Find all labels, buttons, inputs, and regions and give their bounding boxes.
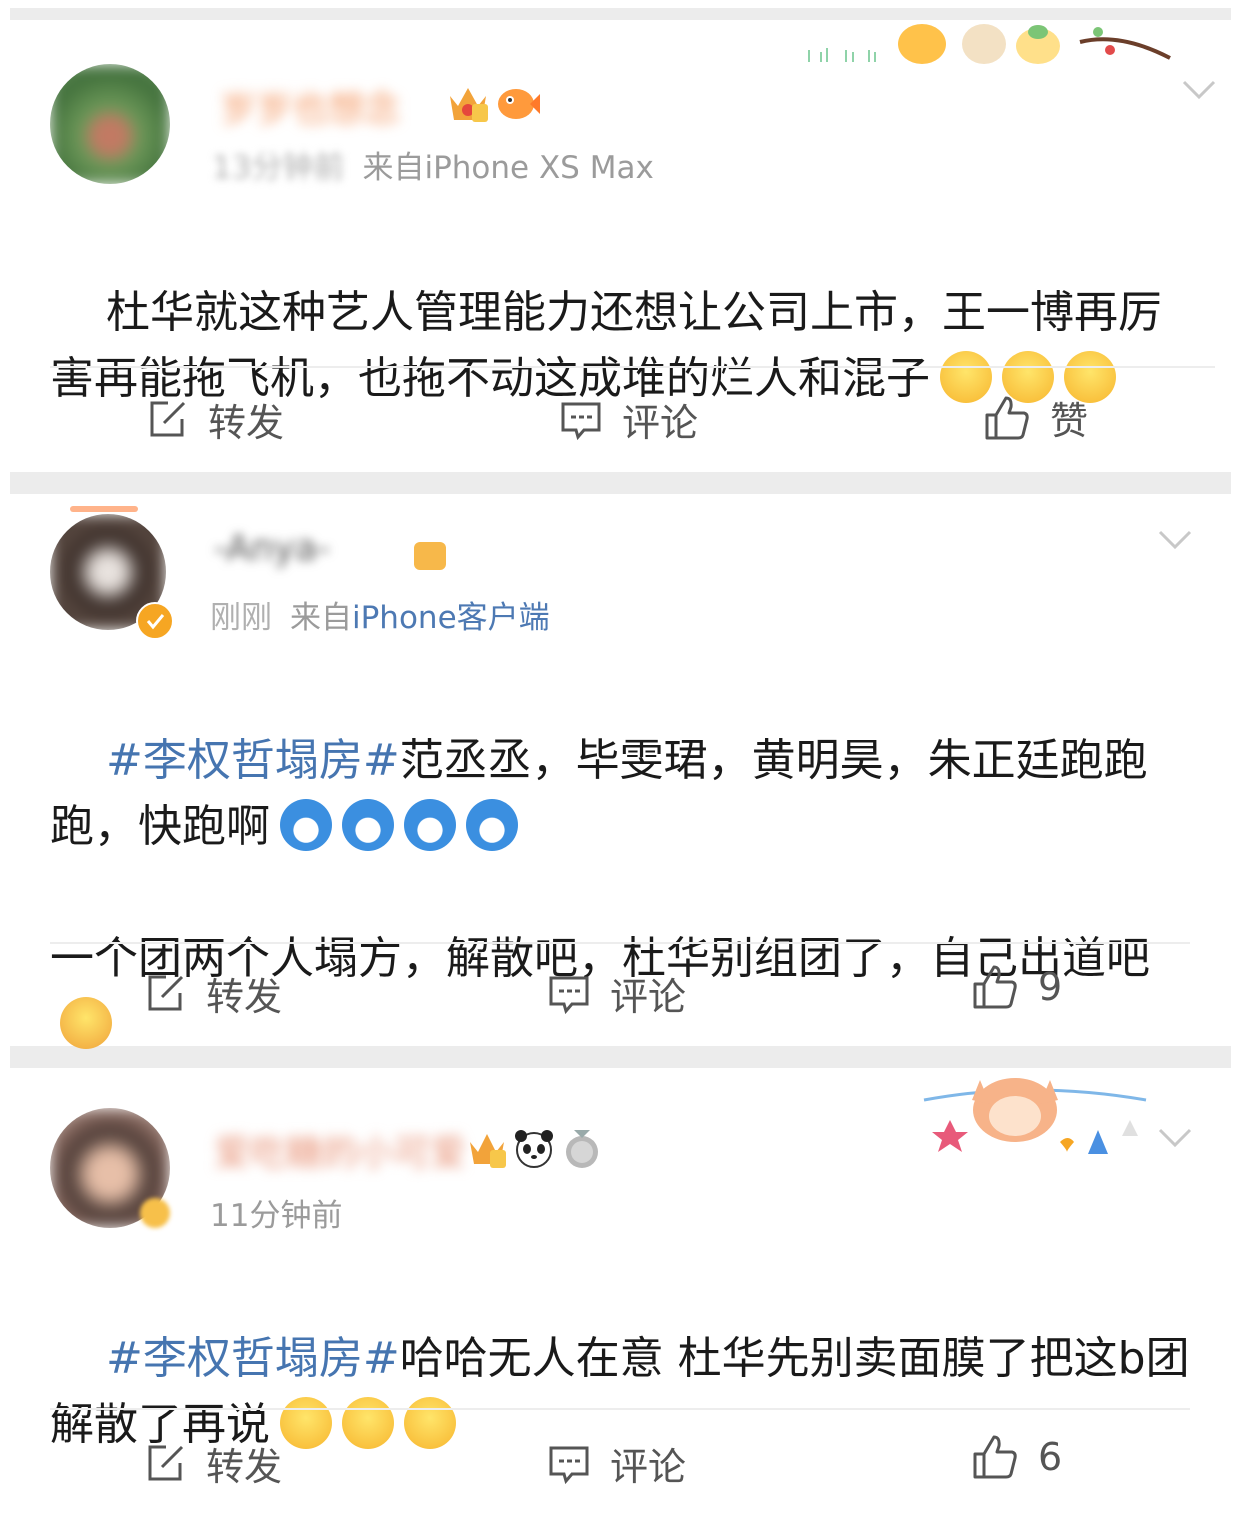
username[interactable]: 爱吃糖的小可爱 xyxy=(210,1124,466,1174)
repost-button[interactable]: 转发 xyxy=(144,966,282,1021)
actions-divider xyxy=(50,1408,1190,1410)
post-text: #李权哲塌房#范丞丞，毕雯珺，黄明昊，朱正廷跑跑跑，快跑啊 一个团两个人塌方，解… xyxy=(50,662,1150,1124)
post-card: 岁岁也想念 13分钟前 来自iPhone XS Max 杜华就这种艺人管理能力还想… xyxy=(0,0,1241,472)
post-meta: 刚刚 来自iPhone客户端 xyxy=(210,592,550,637)
thumbs-up-icon xyxy=(985,396,1029,439)
post-time: 13分钟前 xyxy=(212,150,345,186)
member-badge-icon[interactable] xyxy=(410,538,450,578)
fish-badge-icon[interactable] xyxy=(494,82,540,128)
member-badge-icon[interactable] xyxy=(466,1130,508,1174)
like-button[interactable]: 赞 xyxy=(984,390,1088,445)
panda-badge-icon[interactable] xyxy=(512,1128,556,1174)
card-decoration xyxy=(800,20,1180,70)
like-button[interactable]: 9 xyxy=(972,964,1062,1010)
comment-icon xyxy=(549,976,589,1014)
post-meta: 13分钟前 来自iPhone XS Max xyxy=(212,142,654,187)
doraemon-emoji-icon xyxy=(466,799,518,851)
comment-button[interactable]: 评论 xyxy=(548,1436,686,1491)
like-count: 6 xyxy=(1038,1435,1063,1479)
post-time: 11分钟前 xyxy=(210,1198,343,1234)
verified-badge-icon xyxy=(136,602,174,640)
actions-divider xyxy=(50,366,1215,368)
post-card: -Anya- 刚刚 来自iPhone客户端 #李权哲塌房#范丞丞，毕雯珺，黄明昊，… xyxy=(0,494,1241,1049)
comment-icon xyxy=(549,1446,589,1484)
card-decoration xyxy=(920,1070,1150,1160)
thumbs-up-icon xyxy=(973,965,1017,1009)
avatar-frame-decoration xyxy=(70,506,138,512)
post-time: 刚刚 xyxy=(210,600,272,636)
chevron-down-icon[interactable] xyxy=(1158,1128,1192,1148)
comment-button[interactable]: 评论 xyxy=(560,392,698,447)
post-meta: 11分钟前 xyxy=(210,1190,342,1235)
comment-icon xyxy=(561,402,601,440)
medal-badge-icon[interactable] xyxy=(562,1128,602,1176)
topic-link[interactable]: #李权哲塌房# xyxy=(106,735,400,786)
repost-icon xyxy=(148,1445,184,1480)
post-source: 来自iPhone XS Max xyxy=(362,150,654,186)
actions-divider xyxy=(50,942,1190,944)
chevron-down-icon[interactable] xyxy=(1158,530,1192,550)
repost-button[interactable]: 转发 xyxy=(146,392,284,447)
doraemon-emoji-icon xyxy=(404,799,456,851)
like-button[interactable]: 6 xyxy=(972,1434,1062,1480)
heart-eyes-emoji-icon xyxy=(280,1397,332,1449)
doraemon-emoji-icon xyxy=(342,799,394,851)
avatar-badge-icon xyxy=(140,1198,170,1228)
username[interactable]: -Anya- xyxy=(210,528,410,574)
topic-link[interactable]: #李权哲塌房# xyxy=(106,1333,400,1384)
post-card: 爱吃糖的小可爱 11分钟前 #李权哲塌房#哈哈无人在意 杜华先别卖面膜了把这b团… xyxy=(0,1068,1241,1521)
thumbs-up-icon xyxy=(973,1435,1017,1479)
doge-flower-emoji-icon xyxy=(60,997,112,1049)
like-count: 9 xyxy=(1038,965,1063,1009)
repost-icon xyxy=(148,975,184,1010)
repost-icon xyxy=(150,401,186,436)
doraemon-emoji-icon xyxy=(280,799,332,851)
heart-eyes-emoji-icon xyxy=(342,1397,394,1449)
crown-badge-icon[interactable] xyxy=(446,82,490,128)
repost-button[interactable]: 转发 xyxy=(144,1436,282,1491)
post-source: 来自iPhone客户端 xyxy=(290,600,550,636)
chevron-down-icon[interactable] xyxy=(1182,80,1216,100)
comment-button[interactable]: 评论 xyxy=(548,966,686,1021)
avatar[interactable] xyxy=(50,64,170,184)
heart-eyes-emoji-icon xyxy=(404,1397,456,1449)
